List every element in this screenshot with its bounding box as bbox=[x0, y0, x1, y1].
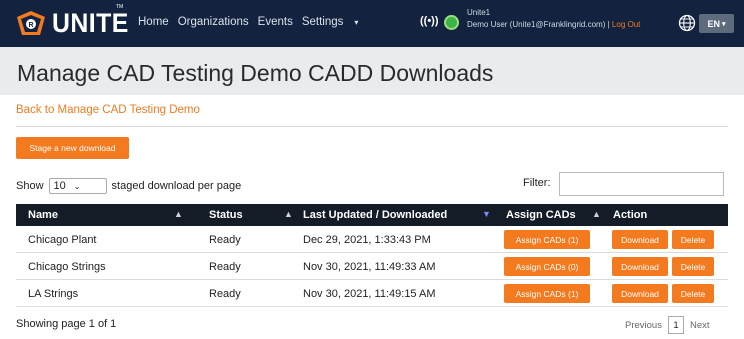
trademark-mark: TM bbox=[116, 4, 124, 10]
assign-cads-button[interactable]: Assign CADs (1) bbox=[504, 230, 590, 249]
download-button[interactable]: Download bbox=[612, 257, 668, 276]
page-title: Manage CAD Testing Demo CADD Downloads bbox=[17, 60, 494, 86]
main-nav: Home Organizations Events Settings ▾ bbox=[138, 16, 376, 28]
delete-button[interactable]: Delete bbox=[672, 257, 714, 276]
broadcast-signal-icon: ((•)) bbox=[420, 15, 439, 27]
row-status: Ready bbox=[209, 288, 241, 300]
header-name[interactable]: Name bbox=[28, 209, 58, 221]
downloads-table: Name ▲︎ Status ▲︎ Last Updated / Downloa… bbox=[16, 204, 728, 307]
row-updated: Dec 29, 2021, 1:33:43 PM bbox=[303, 234, 431, 246]
shield-logo-icon: R bbox=[16, 10, 46, 36]
chevron-down-icon: ▾ bbox=[722, 20, 726, 28]
globe-icon[interactable] bbox=[678, 14, 696, 32]
page-length-control: Show 10 ⌄ staged download per page bbox=[16, 178, 241, 194]
filter-label: Filter: bbox=[523, 177, 551, 189]
unite-logo[interactable]: R UNITE bbox=[16, 9, 136, 37]
per-page-select[interactable]: 10 ⌄ bbox=[48, 178, 107, 194]
header-last-updated[interactable]: Last Updated / Downloaded bbox=[303, 209, 447, 221]
row-updated: Nov 30, 2021, 11:49:15 AM bbox=[303, 288, 436, 300]
filter-input[interactable] bbox=[559, 172, 724, 196]
next-page-button[interactable]: Next bbox=[690, 320, 710, 331]
table-row: Chicago Strings Ready Nov 30, 2021, 11:4… bbox=[16, 253, 728, 280]
user-name-email: Demo User (Unite1@Franklingrid.com) | bbox=[467, 20, 610, 29]
row-name: LA Strings bbox=[28, 288, 79, 300]
download-button[interactable]: Download bbox=[612, 230, 668, 249]
top-navbar: R UNITE TM Home Organizations Events Set… bbox=[0, 0, 744, 47]
brand-name: UNITE bbox=[52, 8, 129, 38]
table-row: LA Strings Ready Nov 30, 2021, 11:49:15 … bbox=[16, 280, 728, 307]
current-page-button[interactable]: 1 bbox=[667, 316, 684, 334]
chevron-down-icon: ▾ bbox=[354, 18, 359, 27]
download-button[interactable]: Download bbox=[612, 284, 668, 303]
delete-button[interactable]: Delete bbox=[672, 284, 714, 303]
sort-icon[interactable]: ▲︎ bbox=[174, 209, 183, 219]
pagination: Previous 1 Next bbox=[625, 316, 710, 334]
show-label: Show bbox=[16, 180, 44, 192]
nav-home[interactable]: Home bbox=[138, 16, 169, 28]
assign-cads-button[interactable]: Assign CADs (0) bbox=[504, 257, 590, 276]
online-status-icon bbox=[444, 15, 459, 30]
nav-settings[interactable]: Settings ▾ bbox=[302, 16, 368, 28]
assign-cads-button[interactable]: Assign CADs (1) bbox=[504, 284, 590, 303]
row-status: Ready bbox=[209, 234, 241, 246]
divider bbox=[16, 126, 728, 127]
table-row: Chicago Plant Ready Dec 29, 2021, 1:33:4… bbox=[16, 226, 728, 253]
nav-organizations[interactable]: Organizations bbox=[178, 16, 249, 28]
account-name: Unite1 bbox=[467, 8, 491, 17]
user-info: Unite1 Demo User (Unite1@Franklingrid.co… bbox=[467, 7, 640, 31]
row-name: Chicago Plant bbox=[28, 234, 97, 246]
header-status[interactable]: Status bbox=[209, 209, 243, 221]
svg-text:R: R bbox=[28, 22, 33, 29]
sort-icon[interactable]: ▲︎ bbox=[284, 209, 293, 219]
header-assign-cads[interactable]: Assign CADs bbox=[506, 209, 576, 221]
sort-descending-icon[interactable]: ▼ bbox=[482, 209, 491, 219]
sort-icon[interactable]: ▲︎ bbox=[592, 209, 601, 219]
delete-button[interactable]: Delete bbox=[672, 230, 714, 249]
nav-settings-label: Settings bbox=[301, 16, 344, 28]
stage-download-button[interactable]: Stage a new download bbox=[16, 137, 129, 159]
back-link[interactable]: Back to Manage CAD Testing Demo bbox=[16, 104, 200, 116]
row-status: Ready bbox=[209, 261, 241, 273]
row-name: Chicago Strings bbox=[28, 261, 106, 273]
pagination-info: Showing page 1 of 1 bbox=[16, 318, 117, 330]
per-page-suffix: staged download per page bbox=[111, 180, 242, 192]
language-value: EN bbox=[707, 18, 720, 29]
previous-page-button[interactable]: Previous bbox=[625, 320, 662, 331]
row-updated: Nov 30, 2021, 11:49:33 AM bbox=[303, 261, 436, 273]
chevron-down-icon: ⌄ bbox=[73, 181, 81, 191]
per-page-value: 10 bbox=[53, 180, 66, 192]
nav-events[interactable]: Events bbox=[258, 16, 293, 28]
header-action: Action bbox=[613, 209, 648, 221]
logout-link[interactable]: Log Out bbox=[612, 20, 640, 29]
language-select[interactable]: EN ▾ bbox=[699, 14, 734, 33]
table-header: Name ▲︎ Status ▲︎ Last Updated / Downloa… bbox=[16, 204, 728, 226]
